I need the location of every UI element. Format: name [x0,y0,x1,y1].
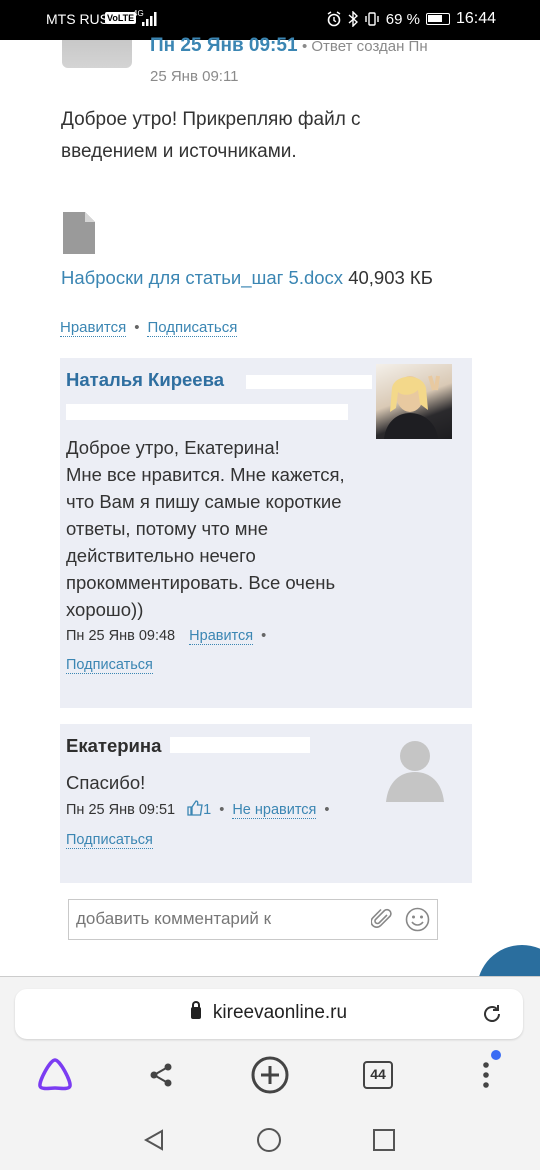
carrier-name: MTS RUS [46,11,109,27]
unlike-link[interactable]: Не нравится [232,802,317,819]
post-meta: Пн 25 Янв 09:51 • Ответ создан Пн [150,35,428,57]
menu-icon[interactable] [478,1049,506,1091]
comment-line: хорошо)) [66,599,144,620]
like-link[interactable]: Нравится [60,319,127,337]
comment-author[interactable]: Екатерина [66,735,161,757]
comment-meta: Подписаться [66,832,153,849]
alarm-icon [327,11,341,27]
comment-card: Наталья Киреева Доброе утро, Екатерина! … [60,358,472,708]
tabs-counter[interactable]: 44 [363,1061,393,1089]
thumbs-up-icon[interactable] [187,800,203,816]
post-text: Доброе утро! Прикрепляю файл с введением… [61,104,461,168]
alice-assistant-icon[interactable] [36,1057,74,1091]
recents-icon[interactable] [372,1128,396,1152]
browser-toolbar: kireevaonline.ru 44 [0,976,540,1110]
post-text-line: введением и источниками. [61,141,297,162]
comment-text: Спасибо! [66,772,146,793]
redacted-text [170,737,310,753]
bluetooth-icon [348,11,358,27]
attachment-row: Наброски для статьи_шаг 5.docx 40,903 КБ [61,267,433,289]
like-link[interactable]: Нравится [189,628,254,645]
comment-line: что Вам я пишу самые короткие [66,491,342,512]
status-bar: MTS RUS VoLTE 4G 69 % 16:44 [0,0,540,40]
comment-line: Мне все нравится. Мне кажется, [66,464,345,485]
lock-icon [190,1001,201,1019]
comment-line: Доброе утро, Екатерина! [66,437,280,458]
paperclip-icon[interactable] [371,908,393,930]
post-date[interactable]: Пн 25 Янв 09:51 [150,35,298,56]
comment-input-placeholder: добавить комментарий к [76,909,272,928]
avatar-photo [384,375,440,439]
post-text-line: Доброе утро! Прикрепляю файл с [61,109,361,130]
comment-meta: Пн 25 Янв 09:51 1 • Не нравится • [66,800,330,819]
vibrate-icon [365,12,379,26]
new-tab-icon[interactable] [250,1055,290,1095]
reload-icon[interactable] [481,1003,503,1025]
home-icon[interactable] [256,1127,282,1153]
attachment-link[interactable]: Наброски для статьи_шаг 5.docx [61,267,343,288]
comment-date: Пн 25 Янв 09:48 [66,628,176,644]
address-bar[interactable]: kireevaonline.ru [15,989,523,1039]
subscribe-link[interactable]: Подписаться [66,832,153,849]
comment-text: Доброе утро, Екатерина! Мне все нравится… [66,434,345,623]
system-nav-bar [0,1110,540,1170]
post-actions: Нравится • Подписаться [60,319,238,337]
comment-line: прокомментировать. Все очень [66,572,336,593]
signal-icon [142,12,157,26]
subscribe-link[interactable]: Подписаться [147,319,238,337]
document-icon[interactable] [63,212,95,254]
post-created-date: 25 Янв 09:11 [150,68,239,85]
like-count: 1 [203,802,212,818]
clock: 16:44 [455,10,496,27]
avatar[interactable] [376,364,452,439]
comment-author[interactable]: Наталья Киреева [66,369,224,391]
redacted-text [246,375,372,389]
url-text[interactable]: kireevaonline.ru [213,1002,347,1023]
comment-line: ответы, потому что мне [66,518,269,539]
post-created-label: • Ответ создан Пн [301,38,428,55]
subscribe-link[interactable]: Подписаться [66,657,153,674]
redacted-text [66,404,348,420]
comment-date: Пн 25 Янв 09:51 [66,802,176,818]
share-icon[interactable] [148,1062,174,1088]
battery-icon [425,13,450,25]
volte-badge: VoLTE [105,12,137,24]
comment-card: Екатерина Спасибо! Пн 25 Янв 09:51 1 • Не … [60,724,472,883]
attachment-size: 40,903 КБ [348,267,433,288]
comment-meta: Подписаться [66,657,153,674]
battery-percent: 69 % [385,10,420,28]
comment-input[interactable]: добавить комментарий к [68,899,438,940]
comment-line: действительно нечего [66,545,256,566]
post-author-avatar [62,40,132,68]
comment-meta: Пн 25 Янв 09:48 Нравится • [66,628,267,645]
default-avatar-icon[interactable] [380,732,450,802]
back-icon[interactable] [142,1128,166,1152]
emoji-icon[interactable] [405,907,430,932]
